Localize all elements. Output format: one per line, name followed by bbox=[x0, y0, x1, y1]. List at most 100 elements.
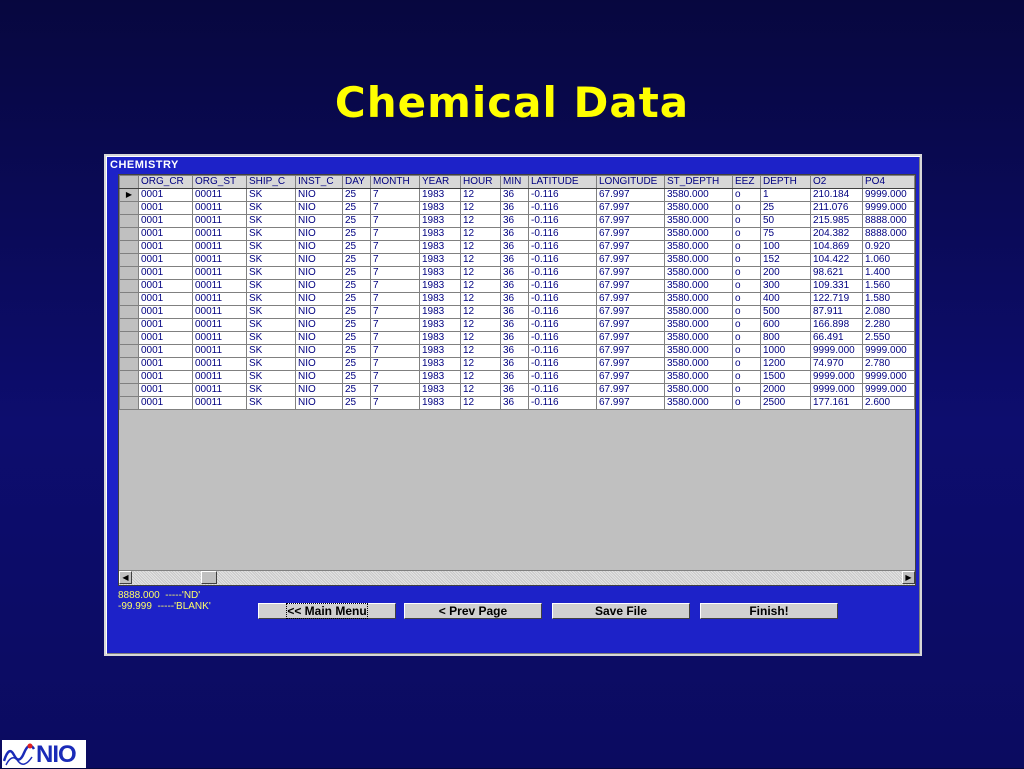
table-cell[interactable]: 0001 bbox=[138, 201, 193, 215]
table-cell[interactable]: 1.580 bbox=[862, 292, 915, 306]
table-cell[interactable]: 3580.000 bbox=[664, 331, 733, 345]
table-cell[interactable]: 66.491 bbox=[810, 331, 863, 345]
table-cell[interactable]: 12 bbox=[460, 331, 501, 345]
table-cell[interactable]: 3580.000 bbox=[664, 292, 733, 306]
table-cell[interactable]: 00011 bbox=[192, 201, 247, 215]
table-cell[interactable]: SK bbox=[246, 279, 296, 293]
table-row[interactable]: 0001 00011 SK NIO 25 7 1983 12 36 -0.116 67.997 358… bbox=[119, 331, 915, 345]
main-menu-button[interactable]: << Main Menu bbox=[258, 603, 396, 619]
table-cell[interactable]: NIO bbox=[295, 227, 343, 241]
table-cell[interactable]: -0.116 bbox=[528, 266, 597, 280]
table-row[interactable]: 0001 00011 SK NIO 25 7 1983 12 36 -0.116 67.997 358… bbox=[119, 292, 915, 306]
table-cell[interactable]: o bbox=[732, 240, 761, 254]
table-cell[interactable]: -0.116 bbox=[528, 396, 597, 410]
row-selector[interactable] bbox=[119, 383, 139, 397]
table-cell[interactable]: 36 bbox=[500, 370, 529, 384]
table-cell[interactable]: o bbox=[732, 344, 761, 358]
table-cell[interactable]: NIO bbox=[295, 383, 343, 397]
row-selector[interactable] bbox=[119, 318, 139, 332]
table-cell[interactable]: 7 bbox=[370, 227, 420, 241]
table-row[interactable]: ▶ 0001 00011 SK NIO 25 7 1983 12 36 -0.116 67.997 35… bbox=[119, 188, 915, 202]
table-cell[interactable]: -0.116 bbox=[528, 240, 597, 254]
table-cell[interactable]: 25 bbox=[342, 318, 371, 332]
scrollbar-thumb[interactable] bbox=[201, 571, 217, 584]
table-cell[interactable]: 7 bbox=[370, 266, 420, 280]
table-cell[interactable]: 1983 bbox=[419, 253, 461, 267]
column-header[interactable]: MONTH bbox=[370, 175, 420, 189]
table-cell[interactable]: 00011 bbox=[192, 214, 247, 228]
finish-button[interactable]: Finish! bbox=[700, 603, 838, 619]
table-cell[interactable]: o bbox=[732, 188, 761, 202]
table-cell[interactable]: 1.060 bbox=[862, 253, 915, 267]
table-cell[interactable]: 0001 bbox=[138, 370, 193, 384]
table-cell[interactable]: 25 bbox=[342, 344, 371, 358]
table-row[interactable]: 0001 00011 SK NIO 25 7 1983 12 36 -0.116 67.997 358… bbox=[119, 253, 915, 267]
column-header[interactable]: EEZ bbox=[732, 175, 761, 189]
column-header[interactable]: ST_DEPTH bbox=[664, 175, 733, 189]
table-cell[interactable]: 3580.000 bbox=[664, 396, 733, 410]
table-cell[interactable]: 12 bbox=[460, 292, 501, 306]
table-cell[interactable]: 0.920 bbox=[862, 240, 915, 254]
table-cell[interactable]: SK bbox=[246, 188, 296, 202]
column-header[interactable]: PO4 bbox=[862, 175, 915, 189]
table-cell[interactable]: 3580.000 bbox=[664, 227, 733, 241]
table-cell[interactable]: 67.997 bbox=[596, 201, 665, 215]
table-cell[interactable]: 12 bbox=[460, 240, 501, 254]
table-cell[interactable]: 12 bbox=[460, 383, 501, 397]
table-cell[interactable]: 0001 bbox=[138, 240, 193, 254]
arrow-left-icon[interactable]: ◀ bbox=[119, 571, 132, 584]
table-cell[interactable]: 50 bbox=[760, 214, 811, 228]
table-cell[interactable]: 500 bbox=[760, 305, 811, 319]
table-cell[interactable]: 00011 bbox=[192, 279, 247, 293]
table-cell[interactable]: 67.997 bbox=[596, 240, 665, 254]
table-cell[interactable]: 36 bbox=[500, 357, 529, 371]
table-cell[interactable]: 00011 bbox=[192, 383, 247, 397]
table-cell[interactable]: 25 bbox=[342, 253, 371, 267]
arrow-right-icon[interactable]: ▶ bbox=[902, 571, 915, 584]
row-selector[interactable] bbox=[119, 344, 139, 358]
table-cell[interactable]: 1983 bbox=[419, 214, 461, 228]
table-cell[interactable]: o bbox=[732, 279, 761, 293]
table-cell[interactable]: -0.116 bbox=[528, 370, 597, 384]
table-cell[interactable]: NIO bbox=[295, 292, 343, 306]
table-cell[interactable]: NIO bbox=[295, 331, 343, 345]
table-cell[interactable]: -0.116 bbox=[528, 188, 597, 202]
table-cell[interactable]: 1.400 bbox=[862, 266, 915, 280]
table-cell[interactable]: 3580.000 bbox=[664, 201, 733, 215]
table-cell[interactable]: 166.898 bbox=[810, 318, 863, 332]
table-cell[interactable]: 36 bbox=[500, 318, 529, 332]
table-cell[interactable]: 7 bbox=[370, 396, 420, 410]
table-cell[interactable]: 3580.000 bbox=[664, 357, 733, 371]
table-cell[interactable]: 1983 bbox=[419, 305, 461, 319]
table-cell[interactable]: 1983 bbox=[419, 292, 461, 306]
table-cell[interactable]: 3580.000 bbox=[664, 253, 733, 267]
table-cell[interactable]: 1 bbox=[760, 188, 811, 202]
table-cell[interactable]: 3580.000 bbox=[664, 318, 733, 332]
table-cell[interactable]: 25 bbox=[342, 201, 371, 215]
table-cell[interactable]: -0.116 bbox=[528, 279, 597, 293]
row-selector[interactable] bbox=[119, 214, 139, 228]
table-cell[interactable]: 00011 bbox=[192, 227, 247, 241]
table-cell[interactable]: 67.997 bbox=[596, 344, 665, 358]
table-cell[interactable]: 9999.000 bbox=[862, 370, 915, 384]
table-cell[interactable]: 00011 bbox=[192, 318, 247, 332]
column-header[interactable]: DEPTH bbox=[760, 175, 811, 189]
table-cell[interactable]: 1983 bbox=[419, 344, 461, 358]
table-cell[interactable]: 7 bbox=[370, 240, 420, 254]
table-cell[interactable]: 1983 bbox=[419, 279, 461, 293]
table-cell[interactable]: 00011 bbox=[192, 188, 247, 202]
row-selector[interactable] bbox=[119, 253, 139, 267]
table-cell[interactable]: 12 bbox=[460, 396, 501, 410]
table-row[interactable]: 0001 00011 SK NIO 25 7 1983 12 36 -0.116 67.997 358… bbox=[119, 279, 915, 293]
table-cell[interactable]: 3580.000 bbox=[664, 266, 733, 280]
table-cell[interactable]: 36 bbox=[500, 240, 529, 254]
table-cell[interactable]: NIO bbox=[295, 201, 343, 215]
table-cell[interactable]: o bbox=[732, 253, 761, 267]
table-row[interactable]: 0001 00011 SK NIO 25 7 1983 12 36 -0.116 67.997 358… bbox=[119, 305, 915, 319]
table-cell[interactable]: 9999.000 bbox=[810, 370, 863, 384]
table-cell[interactable]: o bbox=[732, 318, 761, 332]
table-cell[interactable]: 67.997 bbox=[596, 318, 665, 332]
table-cell[interactable]: 00011 bbox=[192, 331, 247, 345]
table-cell[interactable]: NIO bbox=[295, 253, 343, 267]
table-cell[interactable]: 7 bbox=[370, 279, 420, 293]
